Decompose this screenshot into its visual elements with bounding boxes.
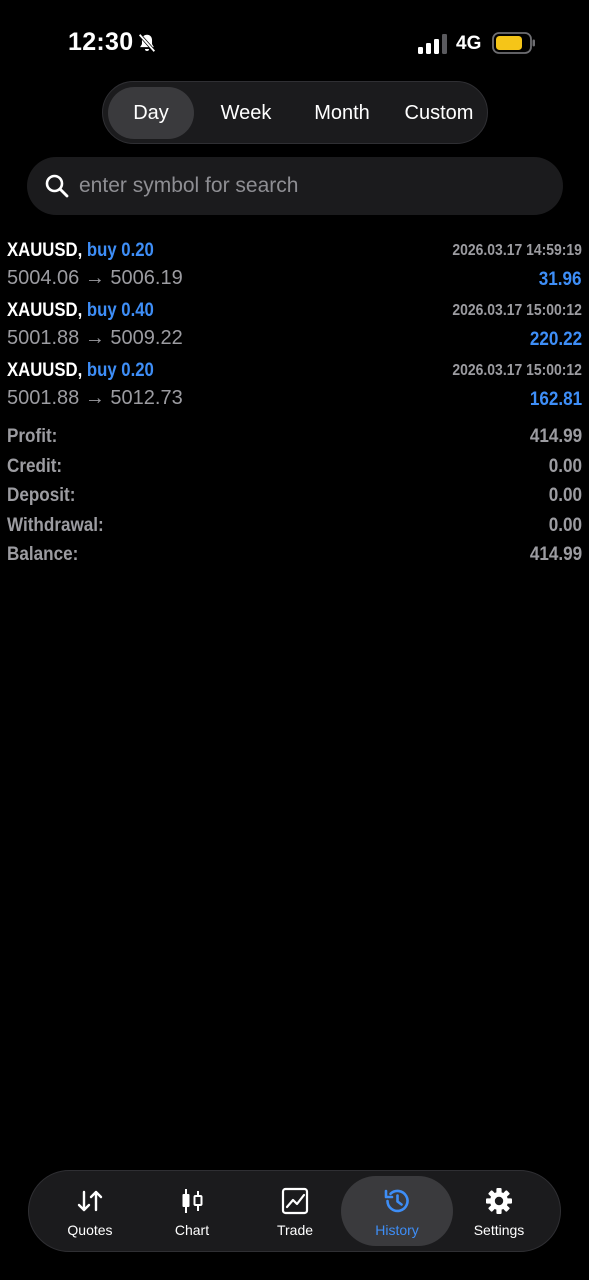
period-segmented-control: Day Week Month Custom [102, 81, 488, 144]
search-bar[interactable] [27, 157, 563, 215]
summary-label: Balance: [7, 544, 79, 565]
search-icon [45, 174, 69, 198]
nav-label: Chart [174, 1222, 210, 1238]
deal-time: 2026.03.17 15:00:12 [452, 302, 582, 319]
deal-profit: 31.96 [539, 269, 582, 290]
deal-side-volume: buy 0.20 [86, 360, 154, 381]
deal-prices: 5001.88 → 5009.22 [7, 327, 183, 349]
gear-icon [486, 1188, 512, 1214]
summary-value: 0.00 [548, 514, 582, 536]
history-clock-icon [384, 1189, 409, 1213]
deal-side-volume: buy 0.40 [86, 300, 154, 321]
quotes-arrows-icon [77, 1190, 103, 1212]
deal-row[interactable]: XAUUSD, buy 0.40 2026.03.17 15:00:12 500… [0, 296, 589, 356]
tab-custom[interactable]: Custom [395, 87, 483, 139]
deals-list: XAUUSD, buy 0.20 2026.03.17 14:59:19 500… [0, 236, 589, 416]
summary-value: 414.99 [529, 426, 582, 447]
tab-week[interactable]: Week [203, 87, 289, 139]
nav-item-chart[interactable]: Chart [140, 1176, 244, 1246]
bell-muted-icon [138, 33, 156, 53]
cellular-signal-icon [418, 34, 447, 54]
nav-item-trade[interactable]: Trade [243, 1176, 347, 1246]
deal-prices: 5001.88 → 5012.73 [7, 387, 183, 409]
summary-label: Deposit: [7, 485, 76, 506]
search-input[interactable] [79, 157, 539, 215]
tab-month[interactable]: Month [299, 87, 385, 139]
summary-row-profit: Profit: 414.99 [0, 424, 589, 454]
status-time: 12:30 [68, 28, 134, 56]
deal-symbol: XAUUSD, buy 0.40 [7, 300, 154, 322]
nav-label: Trade [276, 1222, 314, 1238]
deal-row[interactable]: XAUUSD, buy 0.20 2026.03.17 14:59:19 500… [0, 236, 589, 296]
summary-row-deposit: Deposit: 0.00 [0, 483, 589, 513]
trade-chart-icon [281, 1187, 309, 1215]
network-type: 4G [456, 33, 482, 54]
deal-symbol-name: XAUUSD, [7, 360, 83, 381]
battery-icon [492, 32, 535, 54]
nav-label: History [375, 1222, 419, 1238]
nav-item-settings[interactable]: Settings [447, 1176, 551, 1246]
deal-row[interactable]: XAUUSD, buy 0.20 2026.03.17 15:00:12 500… [0, 356, 589, 416]
summary-value: 0.00 [548, 485, 582, 506]
deal-side-volume: buy 0.20 [86, 240, 154, 261]
history-summary: Profit: 414.99 Credit: 0.00 Deposit: 0.0… [0, 424, 589, 572]
summary-label: Credit: [7, 455, 63, 477]
summary-label: Profit: [7, 426, 58, 447]
nav-label: Quotes [67, 1222, 113, 1238]
deal-symbol: XAUUSD, buy 0.20 [7, 240, 154, 262]
summary-value: 414.99 [529, 544, 582, 565]
deal-symbol-name: XAUUSD, [7, 300, 83, 321]
deal-prices: 5004.06 → 5006.19 [7, 267, 183, 289]
deal-symbol: XAUUSD, buy 0.20 [7, 360, 154, 382]
summary-row-credit: Credit: 0.00 [0, 454, 589, 484]
status-bar: 12:30 4G [0, 0, 589, 88]
summary-label: Withdrawal: [7, 514, 104, 536]
candlestick-icon [182, 1189, 203, 1213]
deal-time: 2026.03.17 14:59:19 [452, 242, 582, 259]
tab-day[interactable]: Day [108, 87, 194, 139]
nav-label: Settings [473, 1222, 525, 1238]
deal-symbol-name: XAUUSD, [7, 240, 83, 261]
summary-value: 0.00 [548, 455, 582, 477]
summary-row-balance: Balance: 414.99 [0, 542, 589, 572]
bottom-nav: Quotes Chart Trade History Settings [28, 1170, 561, 1252]
deal-profit: 220.22 [529, 329, 582, 350]
nav-item-history[interactable]: History [341, 1176, 453, 1246]
deal-time: 2026.03.17 15:00:12 [452, 362, 582, 379]
deal-profit: 162.81 [529, 389, 582, 410]
nav-item-quotes[interactable]: Quotes [38, 1176, 142, 1246]
summary-row-withdrawal: Withdrawal: 0.00 [0, 513, 589, 543]
